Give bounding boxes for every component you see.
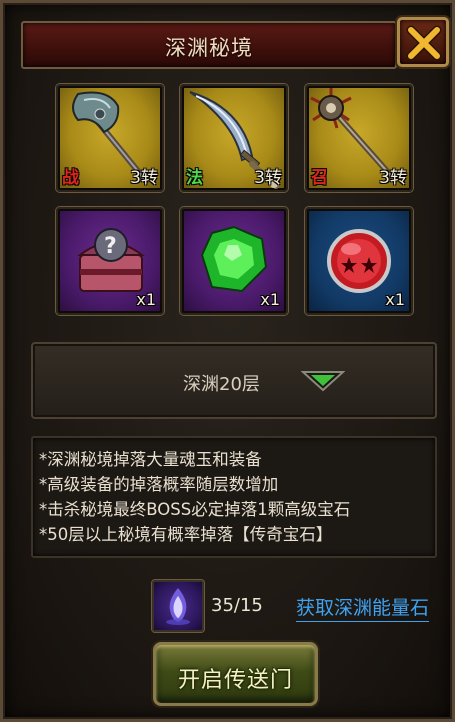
- class-tag-mage: 法: [186, 168, 203, 188]
- description-line: *高级装备的掉落概率随层数增加: [39, 475, 279, 494]
- floor-dropdown[interactable]: 深渊20层: [31, 342, 437, 419]
- description-line: *深渊秘境掉落大量魂玉和装备: [39, 450, 262, 469]
- class-tag-warrior: 战: [62, 168, 79, 188]
- rank-label: 3转: [379, 168, 407, 188]
- equipment-slot-warrior[interactable]: 战 3转: [56, 84, 164, 192]
- description-line: *击杀秘境最终BOSS必定掉落1颗高级宝石: [39, 500, 351, 519]
- svg-text:?: ?: [104, 234, 117, 259]
- description-line: *50层以上秘境有概率掉落【传奇宝石】: [39, 525, 333, 544]
- energy-stone-slot[interactable]: [152, 580, 204, 632]
- close-icon: [406, 25, 442, 61]
- close-button[interactable]: [397, 17, 449, 67]
- reward-slot-gem[interactable]: x1: [180, 207, 288, 315]
- description-box: *深渊秘境掉落大量魂玉和装备 *高级装备的掉落概率随层数增加 *击杀秘境最终BO…: [31, 436, 437, 558]
- equipment-slot-mage[interactable]: 法 3转: [180, 84, 288, 192]
- rank-label: 3转: [254, 168, 282, 188]
- reward-slot-chest[interactable]: ? x1: [56, 207, 164, 315]
- open-portal-button-label: 开启传送门: [177, 668, 293, 693]
- equipment-slot-summoner[interactable]: 召 3转: [305, 84, 413, 192]
- chevron-down-icon: [301, 371, 345, 392]
- page-title: 深渊秘境: [165, 36, 253, 60]
- energy-stone-icon: [166, 588, 190, 625]
- open-portal-button[interactable]: 开启传送门: [153, 642, 318, 706]
- energy-stone-count: 35/15: [211, 595, 263, 616]
- reward-slot-orb[interactable]: x1: [305, 207, 413, 315]
- title-bar: 深渊秘境: [21, 21, 397, 69]
- dungeon-panel: 深渊秘境 战 3转 法 3转 召 3转 ? x1 x1 x1 深渊20层 *深渊…: [0, 0, 455, 722]
- rank-label: 3转: [130, 168, 158, 188]
- floor-dropdown-label: 深渊20层: [183, 374, 260, 395]
- class-tag-summoner: 召: [311, 168, 328, 188]
- get-energy-stone-link[interactable]: 获取深渊能量石: [296, 593, 430, 622]
- reward-quantity: x1: [260, 290, 280, 309]
- reward-quantity: x1: [136, 290, 156, 309]
- reward-quantity: x1: [385, 290, 405, 309]
